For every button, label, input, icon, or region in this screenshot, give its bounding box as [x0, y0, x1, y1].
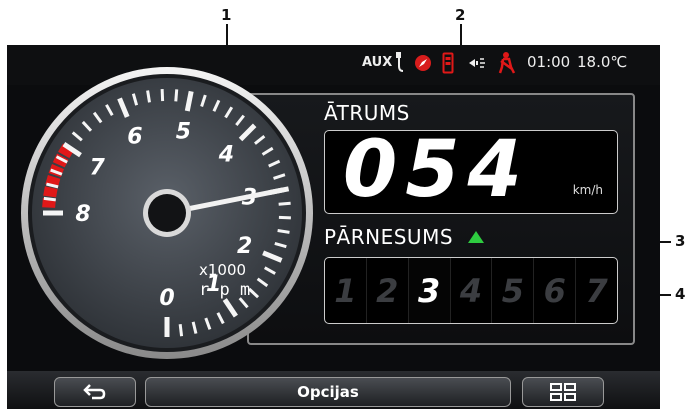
gear-cell: 6 [534, 258, 577, 323]
seatbelt-warning-icon [498, 52, 516, 74]
rpm-tick-label: 6 [127, 124, 142, 149]
rpm-tick-label: 5 [176, 120, 191, 145]
grid-menu-icon [550, 383, 576, 401]
rpm-unit-x1000: x1000 [199, 261, 246, 279]
minor-tick [178, 324, 184, 337]
speed-display: 054 km/h [324, 125, 618, 215]
aux-label: AUX [362, 55, 393, 70]
minor-tick [146, 90, 151, 103]
menu-button[interactable] [522, 377, 604, 407]
rpm-tick-label: 8 [75, 202, 90, 227]
gear-indicator: 1 2 3 4 5 6 7 [324, 257, 618, 324]
gear-label: PĀRNESUMS [324, 225, 454, 249]
options-button[interactable]: Opcijas [145, 377, 511, 407]
phone-battery-icon [442, 52, 454, 74]
speed-label: ĀTRUMS [324, 101, 410, 125]
gear-cell: 7 [585, 271, 608, 310]
device-screen: AUX 01:00 18.0℃ ĀTRUMS 054 km/h PĀRNESUM… [7, 45, 660, 409]
speed-unit: km/h [572, 183, 603, 197]
bluetooth-audio-icon [469, 58, 485, 68]
gear-up-arrow-icon [468, 231, 484, 243]
rpm-tick-label: 0 [159, 286, 174, 311]
compass-icon [415, 55, 431, 71]
minor-tick [43, 196, 56, 202]
rpm-tick-label: 4 [218, 143, 234, 168]
tachometer: 012345678 x1000 r p m [21, 67, 313, 359]
back-button[interactable] [54, 377, 136, 407]
minor-tick [277, 229, 290, 234]
rpm-tick-label: 2 [237, 234, 252, 259]
gear-cell: 5 [492, 258, 535, 323]
gear-cell-current: 3 [408, 258, 451, 323]
callout-4: 4 [675, 285, 686, 303]
back-arrow-icon [83, 384, 106, 400]
callout-3: 3 [675, 232, 686, 250]
minor-tick [174, 89, 179, 102]
callout-1: 1 [221, 6, 232, 24]
rpm-tick-label: 7 [90, 155, 106, 180]
gear-cell: 4 [451, 258, 493, 323]
speed-value: 054 [343, 125, 530, 215]
bottom-toolbar: Opcijas [7, 371, 660, 409]
status-temperature: 18.0℃ [577, 53, 628, 71]
status-time: 01:00 [527, 53, 571, 71]
options-label: Opcijas [297, 383, 359, 401]
callout-2: 2 [455, 6, 466, 24]
aux-plug-icon [396, 52, 404, 72]
minor-tick [278, 201, 291, 206]
rpm-unit-rpm: r p m [199, 280, 250, 300]
gear-cell: 2 [367, 258, 409, 323]
gear-cell: 1 [325, 258, 367, 323]
